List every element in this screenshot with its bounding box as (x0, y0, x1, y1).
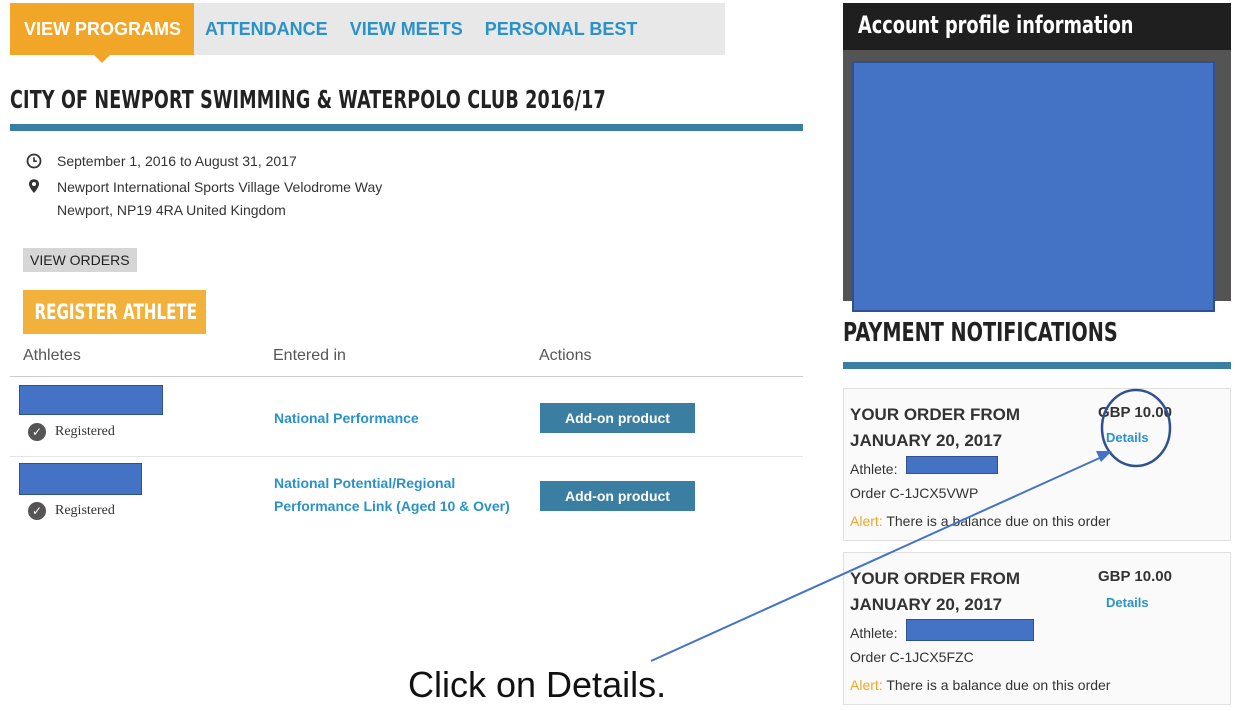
order-number: Order C-1JCX5VWP (850, 485, 979, 501)
payment-card: YOUR ORDER FROM JANUARY 20, 2017 GBP 10.… (843, 388, 1231, 541)
order-number: Order C-1JCX5FZC (850, 649, 974, 665)
header-athletes: Athletes (23, 347, 81, 364)
alert-label: Alert: (850, 513, 883, 529)
order-date-line1: YOUR ORDER FROM (850, 569, 1020, 588)
athlete-label: Athlete: (850, 625, 898, 641)
add-on-product-button[interactable]: Add-on product (540, 403, 695, 433)
order-amount: GBP 10.00 (1098, 568, 1172, 585)
balance-alert: Alert: There is a balance due on this or… (850, 677, 1110, 693)
program-title: CITY OF NEWPORT SWIMMING & WATERPOLO CLU… (10, 85, 606, 114)
register-athlete-button[interactable]: REGISTER ATHLETE (23, 290, 206, 334)
view-orders-button[interactable]: VIEW ORDERS (23, 248, 137, 272)
tab-personal-best[interactable]: PERSONAL BEST (474, 3, 649, 55)
payment-card: YOUR ORDER FROM JANUARY 20, 2017 GBP 10.… (843, 552, 1231, 705)
header-entered-in: Entered in (273, 347, 346, 364)
header-actions: Actions (539, 347, 592, 364)
entered-in-link[interactable]: National Performance (274, 410, 419, 426)
order-date-line1: YOUR ORDER FROM (850, 405, 1020, 424)
program-address-line2: Newport, NP19 4RA United Kingdom (57, 202, 286, 218)
program-address-line1: Newport International Sports Village Vel… (57, 179, 383, 195)
check-circle-icon: ✓ (28, 502, 46, 520)
table-header-divider (10, 376, 803, 377)
account-profile-header: Account profile information (843, 3, 1231, 50)
tab-view-programs[interactable]: VIEW PROGRAMS (10, 3, 195, 63)
status-registered: Registered (55, 424, 115, 439)
account-profile-title: Account profile information (858, 11, 1134, 39)
athlete-name-redacted (19, 463, 142, 495)
balance-alert: Alert: There is a balance due on this or… (850, 513, 1110, 529)
details-link[interactable]: Details (1106, 430, 1149, 445)
tab-attendance[interactable]: ATTENDANCE (194, 3, 339, 55)
athlete-name-redacted (906, 456, 998, 474)
athlete-name-redacted (19, 385, 163, 415)
program-tabs: VIEW PROGRAMS ATTENDANCE VIEW MEETS PERS… (10, 3, 725, 63)
order-date-line2: JANUARY 20, 2017 (850, 431, 1003, 450)
payment-notifications-divider (843, 362, 1231, 369)
instruction-annotation: Click on Details. (408, 664, 667, 705)
alert-text: There is a balance due on this order (882, 513, 1111, 529)
athlete-label: Athlete: (850, 461, 898, 477)
tab-view-meets[interactable]: VIEW MEETS (339, 3, 474, 55)
row-divider (10, 456, 803, 457)
order-amount: GBP 10.00 (1098, 404, 1172, 421)
athlete-name-redacted (906, 619, 1034, 641)
location-pin-icon (29, 179, 39, 193)
entered-in-link-line2[interactable]: Performance Link (Aged 10 & Over) (274, 498, 510, 514)
alert-text: There is a balance due on this order (882, 677, 1111, 693)
check-circle-icon: ✓ (28, 423, 46, 441)
entered-in-link-line1[interactable]: National Potential/Regional (274, 475, 455, 491)
account-profile-panel: Account profile information (843, 3, 1231, 312)
profile-info-redacted (852, 61, 1215, 312)
payment-notifications-title: PAYMENT NOTIFICATIONS (843, 318, 1118, 348)
add-on-product-button[interactable]: Add-on product (540, 481, 695, 511)
order-date-line2: JANUARY 20, 2017 (850, 595, 1003, 614)
program-dates: September 1, 2016 to August 31, 2017 (57, 153, 297, 169)
status-registered: Registered (55, 503, 115, 518)
details-link[interactable]: Details (1106, 595, 1149, 610)
alert-label: Alert: (850, 677, 883, 693)
register-athlete-label: REGISTER ATHLETE (34, 300, 198, 324)
title-divider (10, 124, 803, 131)
clock-icon (26, 153, 42, 169)
